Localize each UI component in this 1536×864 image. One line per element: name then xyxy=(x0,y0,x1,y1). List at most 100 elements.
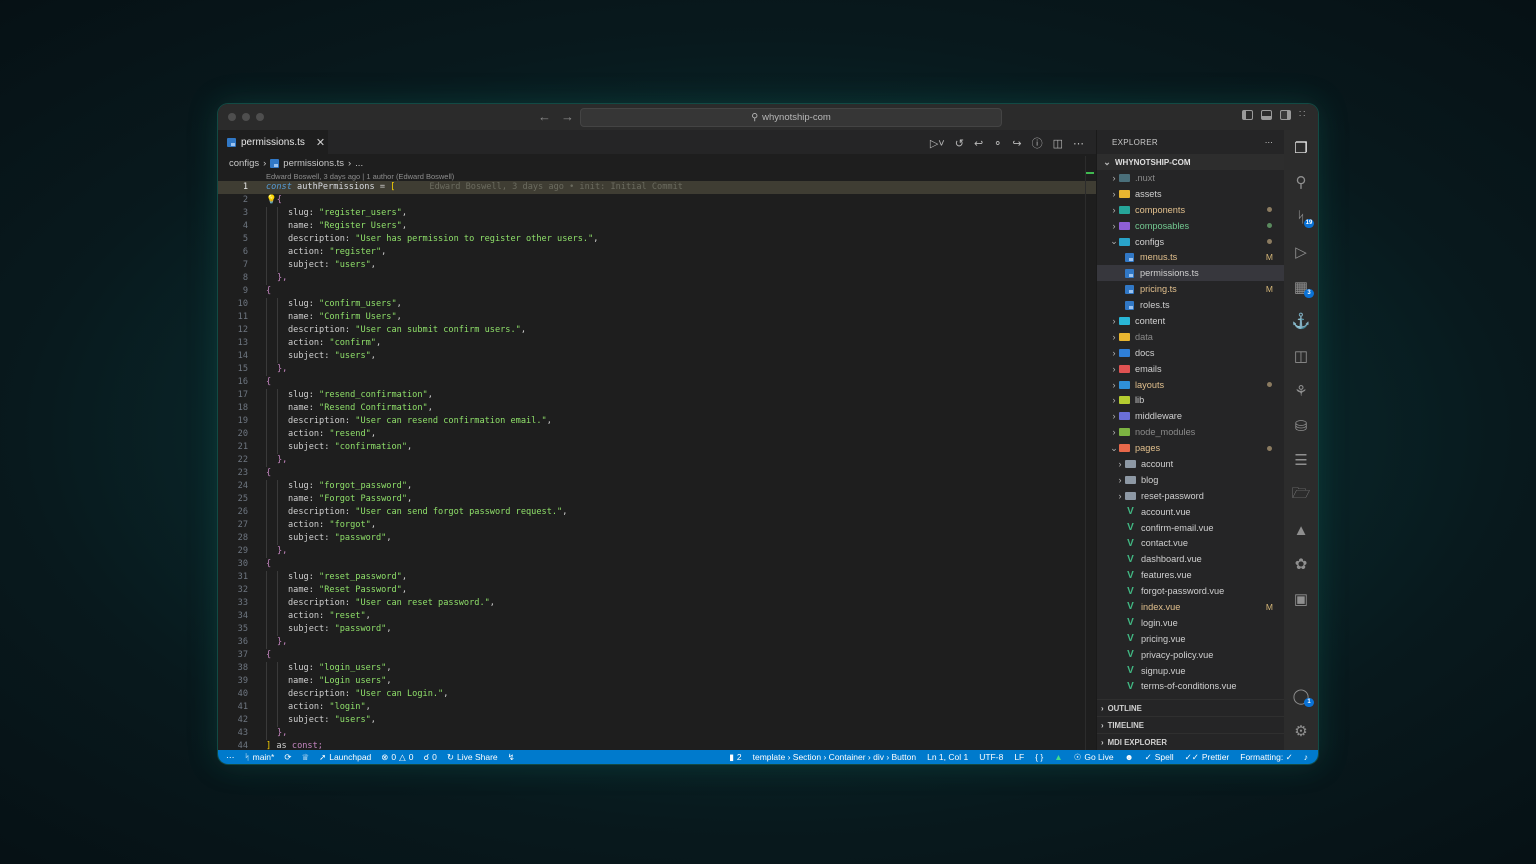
settings-gear-icon[interactable]: ⚙ xyxy=(1284,717,1318,745)
forward-arrow-icon[interactable]: → xyxy=(561,109,574,124)
tree-item-composables[interactable]: › composables xyxy=(1097,218,1285,234)
previous-change-icon[interactable]: ↩ xyxy=(974,137,983,150)
tree-item-configs[interactable]: ⌄ configs xyxy=(1097,234,1285,250)
lightning-icon[interactable]: ↯ xyxy=(508,752,515,763)
tree-item-dashboard-vue[interactable]: Vdashboard.vue xyxy=(1097,551,1285,567)
language-status[interactable]: { } xyxy=(1035,752,1043,762)
tree-item-reset-password[interactable]: › reset-password xyxy=(1097,488,1285,504)
tree-item-pricing-vue[interactable]: Vpricing.vue xyxy=(1097,631,1285,647)
tree-item-data[interactable]: › data xyxy=(1097,329,1285,345)
tree-item-account-vue[interactable]: Vaccount.vue xyxy=(1097,504,1285,520)
tree-item-terms-of-conditions-vue[interactable]: Vterms-of-conditions.vue xyxy=(1097,679,1285,695)
comments-icon[interactable]: ▣ xyxy=(1284,585,1318,613)
copilot-icon[interactable]: ☻ xyxy=(1125,752,1134,762)
extensions-icon[interactable]: ▦ 3 xyxy=(1284,273,1318,301)
back-arrow-icon[interactable]: ← xyxy=(538,109,551,124)
tree-item-pricing-ts[interactable]: pricing.ts M xyxy=(1097,281,1285,297)
close-window-button[interactable] xyxy=(228,113,236,121)
launchpad-status[interactable]: ➚ Launchpad xyxy=(319,752,371,763)
close-tab-icon[interactable]: ✕ xyxy=(316,136,325,149)
tree-item-roles-ts[interactable]: roles.ts xyxy=(1097,297,1285,313)
go-live-status[interactable]: ☉ Go Live xyxy=(1074,752,1114,763)
branch-status[interactable]: ᛋ main* xyxy=(245,752,275,762)
tree-item-middleware[interactable]: › middleware xyxy=(1097,408,1285,424)
formatting-status[interactable]: Formatting: ✓ xyxy=(1240,752,1292,763)
tab-count-status[interactable]: ▮ 2 xyxy=(729,752,741,763)
section-outline[interactable]: › OUTLINE xyxy=(1097,699,1285,716)
section-mdi-explorer[interactable]: › MDI EXPLORER xyxy=(1097,733,1285,750)
folder-icon[interactable]: 🗁 xyxy=(1284,481,1318,509)
explorer-icon[interactable]: ❐ xyxy=(1284,134,1318,162)
tree-item-privacy-policy-vue[interactable]: Vprivacy-policy.vue xyxy=(1097,647,1285,663)
tree-item-confirm-email-vue[interactable]: Vconfirm-email.vue xyxy=(1097,520,1285,536)
breadcrumb-item-symbol[interactable]: ... xyxy=(355,158,363,169)
gitlens-icon[interactable]: ⓘ xyxy=(1032,135,1043,151)
split-editor-icon[interactable]: ◫ xyxy=(1053,137,1063,150)
tree-item-features-vue[interactable]: Vfeatures.vue xyxy=(1097,567,1285,583)
minimize-window-button[interactable] xyxy=(242,113,250,121)
tree-item-account[interactable]: › account xyxy=(1097,456,1285,472)
toggle-primary-sidebar-icon[interactable] xyxy=(1242,110,1253,120)
toggle-panel-icon[interactable] xyxy=(1261,110,1272,120)
spell-status[interactable]: ✓ Spell xyxy=(1145,752,1174,763)
toggle-secondary-sidebar-icon[interactable] xyxy=(1280,110,1291,120)
tree-item--nuxt[interactable]: › .nuxt xyxy=(1097,170,1285,186)
tab-permissions-ts[interactable]: permissions.ts ✕ xyxy=(218,130,328,154)
tree-item-contact-vue[interactable]: Vcontact.vue xyxy=(1097,535,1285,551)
tree-item-docs[interactable]: › docs xyxy=(1097,345,1285,361)
tree-item-pages[interactable]: ⌄ pages xyxy=(1097,440,1285,456)
sass-icon[interactable]: ✿ xyxy=(1284,550,1318,578)
breadcrumb-item-file[interactable]: permissions.ts xyxy=(283,158,344,169)
more-actions-icon[interactable]: ⋯ xyxy=(1073,137,1084,150)
workspace-root[interactable]: ⌄ WHYNOTSHIP-COM xyxy=(1097,154,1285,170)
tree-item-content[interactable]: › content xyxy=(1097,313,1285,329)
tree-item-permissions-ts[interactable]: permissions.ts xyxy=(1097,265,1285,282)
tree-item-signup-vue[interactable]: Vsignup.vue xyxy=(1097,663,1285,679)
nuxt-icon[interactable]: ▲ xyxy=(1284,516,1318,544)
source-control-icon[interactable]: ᛋ 19 xyxy=(1284,203,1318,231)
database-icon[interactable]: ⛁ xyxy=(1284,412,1318,440)
section-timeline[interactable]: › TIMELINE xyxy=(1097,716,1285,733)
sync-icon[interactable]: ⟳ xyxy=(284,752,291,763)
notifications-bell-icon[interactable]: ♪ xyxy=(1304,752,1308,762)
vue-breadcrumb-status[interactable]: template › Section › Container › div › B… xyxy=(753,752,916,762)
tree-item-layouts[interactable]: › layouts xyxy=(1097,377,1285,393)
codelens-blame[interactable]: Edward Boswell, 3 days ago | 1 author (E… xyxy=(266,172,454,181)
ports-status[interactable]: ☌ 0 xyxy=(423,752,436,763)
eol-status[interactable]: LF xyxy=(1014,752,1024,762)
cursor-position[interactable]: Ln 1, Col 1 xyxy=(927,752,968,762)
tree-item-forgot-password-vue[interactable]: Vforgot-password.vue xyxy=(1097,583,1285,599)
remote-indicator-icon[interactable]: ⋯ xyxy=(226,752,235,763)
anchor-icon[interactable]: ⚓ xyxy=(1284,307,1318,335)
remote-explorer-icon[interactable]: ◫ xyxy=(1284,342,1318,370)
run-icon[interactable]: ▷˅ xyxy=(930,137,945,150)
more-actions-icon[interactable]: ⋯ xyxy=(1265,138,1273,147)
gitlens-status-icon[interactable]: ♕ xyxy=(301,752,309,763)
tree-item-login-vue[interactable]: Vlogin.vue xyxy=(1097,615,1285,631)
editor-scrollbar[interactable] xyxy=(1085,156,1096,750)
tree-item-blog[interactable]: › blog xyxy=(1097,472,1285,488)
command-center[interactable]: ⚲ whynotship-com xyxy=(580,108,1002,127)
timeline-history-icon[interactable]: ↺ xyxy=(955,137,964,150)
accounts-icon[interactable]: ◯ 1 xyxy=(1284,682,1318,710)
maximize-window-button[interactable] xyxy=(256,113,264,121)
python-icon[interactable]: ⚘ xyxy=(1284,377,1318,405)
next-change-icon[interactable]: ↪ xyxy=(1012,137,1021,150)
run-debug-icon[interactable]: ▷ xyxy=(1284,238,1318,266)
customize-layout-icon[interactable]: ∷ xyxy=(1299,110,1310,120)
tree-item-lib[interactable]: › lib xyxy=(1097,392,1285,408)
prettier-status[interactable]: ✓✓ Prettier xyxy=(1185,752,1230,763)
encoding-status[interactable]: UTF-8 xyxy=(979,752,1003,762)
breadcrumb-item-configs[interactable]: configs xyxy=(229,158,259,169)
tree-item-components[interactable]: › components xyxy=(1097,202,1285,218)
tree-item-menus-ts[interactable]: menus.ts M xyxy=(1097,249,1285,265)
tree-item-node-modules[interactable]: › node_modules xyxy=(1097,424,1285,440)
tree-item-index-vue[interactable]: Vindex.vue M xyxy=(1097,599,1285,615)
nuxt-status-icon[interactable]: ▲ xyxy=(1054,752,1062,762)
tree-item-emails[interactable]: › emails xyxy=(1097,361,1285,377)
search-icon[interactable]: ⚲ xyxy=(1284,168,1318,196)
tree-item-assets[interactable]: › assets xyxy=(1097,186,1285,202)
code-editor[interactable]: 1 const authPermissions = [Edward Boswell… xyxy=(218,181,1096,750)
problems-status[interactable]: ⊗ 0 △ 0 xyxy=(381,752,413,763)
layers-icon[interactable]: ☰ xyxy=(1284,446,1318,474)
